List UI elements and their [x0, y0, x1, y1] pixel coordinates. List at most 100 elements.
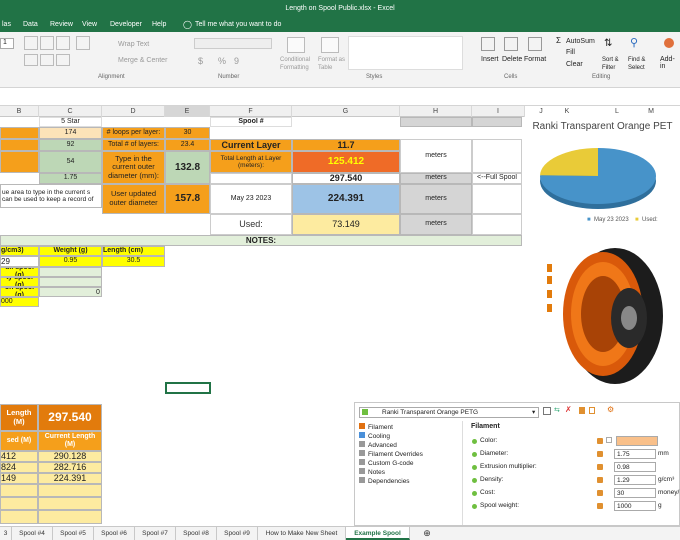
cell-styles-gallery[interactable]	[348, 36, 463, 70]
cell-spool-hash[interactable]: Spool #	[210, 117, 292, 127]
col-j[interactable]: J	[528, 106, 554, 117]
pie-chart[interactable]: Ranki Transparent Orange PET ■ May 23 20…	[525, 117, 680, 233]
cost-input[interactable]: 30	[614, 488, 656, 498]
cell-total-length-label[interactable]: Total Length at Layer (meters):	[210, 151, 292, 173]
summary-used-hdr[interactable]: sed (M)	[0, 431, 38, 451]
fill-button[interactable]: Fill	[566, 49, 575, 56]
extrusion-multiplier-input[interactable]: 0.98	[614, 462, 656, 472]
currency-button[interactable]: $	[198, 56, 203, 66]
summary-row1-b[interactable]: 290.128	[38, 451, 102, 462]
reset-icon[interactable]	[606, 437, 612, 443]
cell-c175[interactable]: 1.75	[39, 173, 102, 184]
align-bottom-icon[interactable]	[56, 36, 70, 50]
cell-c-fullspool[interactable]	[39, 267, 102, 277]
color-swatch[interactable]	[616, 436, 658, 446]
col-m[interactable]: M	[638, 106, 664, 117]
menu-view[interactable]: View	[82, 21, 97, 28]
wrap-text-button[interactable]: Wrap Text	[118, 41, 149, 48]
active-cell-selection[interactable]	[165, 382, 211, 394]
tab-example-spool[interactable]: Example Spool	[346, 527, 410, 540]
cell-notes[interactable]: NOTES:	[0, 235, 522, 246]
cell-date[interactable]: May 23 2023	[210, 184, 292, 214]
summary-row5-b[interactable]	[38, 497, 102, 510]
summary-row4-a[interactable]	[0, 484, 38, 497]
cell-g297[interactable]: 297.540	[292, 173, 400, 184]
tell-me-box[interactable]: Tell me what you want to do	[195, 21, 281, 28]
cell-used-label[interactable]: Used:	[210, 214, 292, 235]
format-table-icon[interactable]	[321, 37, 339, 53]
category-cooling[interactable]: Cooling	[359, 432, 390, 441]
delete-button[interactable]: Delete	[502, 56, 522, 63]
tab-spool-5[interactable]: Spool #5	[53, 527, 94, 540]
cell-c-5star[interactable]: 5 Star	[39, 117, 102, 127]
summary-row6-a[interactable]	[0, 510, 38, 524]
category-filament-overrides[interactable]: Filament Overrides	[359, 450, 423, 459]
cell-b000[interactable]: 000	[0, 297, 39, 307]
col-l[interactable]: L	[604, 106, 630, 117]
menu-data[interactable]: Data	[23, 21, 38, 28]
profile-dropdown[interactable]: Ranki Transparent Orange PETG ▾	[359, 407, 539, 418]
align-top-icon[interactable]	[24, 36, 38, 50]
cell-current-layer-value[interactable]: 11.7	[292, 139, 400, 151]
tab-spool-6[interactable]: Spool #6	[94, 527, 135, 540]
menu-formulas[interactable]: las	[2, 21, 11, 28]
align-center-icon[interactable]	[40, 54, 54, 66]
category-filament[interactable]: Filament	[359, 423, 393, 432]
cell-meters3[interactable]: meters	[400, 184, 472, 214]
col-d[interactable]: D	[102, 106, 165, 117]
col-i[interactable]: I	[472, 106, 525, 117]
cell-i-row7[interactable]	[472, 214, 522, 235]
cell-d305[interactable]: 30.5	[102, 256, 165, 267]
autosum-button[interactable]: AutoSum	[566, 38, 595, 45]
conditional-formatting-icon[interactable]	[287, 37, 305, 53]
col-f[interactable]: F	[210, 106, 292, 117]
cell-f-row5[interactable]	[210, 173, 292, 184]
cell-type-outer-diameter[interactable]: Type in the current outer diameter (mm):	[102, 151, 165, 184]
menu-review[interactable]: Review	[50, 21, 73, 28]
align-left-icon[interactable]	[24, 54, 38, 66]
summary-row3-a[interactable]: 149	[0, 473, 38, 484]
tab-spool-4[interactable]: Spool #4	[12, 527, 53, 540]
addins-button[interactable]: Add-in	[660, 56, 680, 70]
tab-spool-8[interactable]: Spool #8	[176, 527, 217, 540]
tab-3[interactable]: 3	[0, 527, 12, 540]
cell-d0[interactable]: 0	[96, 289, 100, 296]
delete-preset-icon[interactable]: ✗	[565, 405, 572, 414]
save-preset-icon[interactable]	[543, 407, 551, 415]
cell-g73[interactable]: 73.149	[292, 214, 400, 235]
cell-length-hdr[interactable]: Length (cm)	[102, 246, 165, 256]
format-cells-icon[interactable]	[528, 37, 542, 51]
cell-i-top[interactable]	[472, 117, 522, 127]
cell-b-row3[interactable]	[0, 139, 39, 151]
category-advanced[interactable]: Advanced	[359, 441, 397, 450]
delete-cells-icon[interactable]	[504, 37, 518, 51]
summary-current-hdr[interactable]: Current Length (M)	[38, 431, 102, 451]
cell-meters2[interactable]: meters	[400, 173, 472, 184]
summary-row4-b[interactable]	[38, 484, 102, 497]
cell-left-note[interactable]: ue area to type in the current s can be …	[0, 184, 102, 208]
density-input[interactable]: 1.29	[614, 475, 656, 485]
cell-e132[interactable]: 132.8	[165, 151, 210, 184]
summary-length-hdr[interactable]: Length (M)	[0, 404, 38, 431]
conditional-formatting-button[interactable]: Conditional Formatting	[280, 56, 314, 72]
cell-g224[interactable]: 224.391	[292, 184, 400, 214]
cell-user-updated[interactable]: User updated outer diameter	[102, 184, 165, 214]
cell-density-hdr[interactable]: g/cm3)	[0, 246, 39, 256]
col-b[interactable]: B	[0, 106, 39, 117]
pie-slice-used[interactable]	[540, 148, 598, 176]
summary-row1-a[interactable]: 412	[0, 451, 38, 462]
cell-on-spool-g[interactable]: on spool (g)	[0, 287, 39, 297]
number-format-dropdown[interactable]	[194, 38, 272, 49]
tab-spool-7[interactable]: Spool #7	[135, 527, 176, 540]
comma-button[interactable]: 9	[234, 56, 239, 66]
category-custom-gcode[interactable]: Custom G-code	[359, 459, 414, 468]
category-dependencies[interactable]: Dependencies	[359, 477, 410, 486]
percent-button[interactable]: %	[218, 56, 226, 66]
cell-full-spool[interactable]: <--Full Spool	[472, 173, 522, 184]
cell-loops-label[interactable]: # loops per layer:	[102, 127, 165, 139]
formula-bar[interactable]	[0, 88, 680, 106]
col-c[interactable]: C	[39, 106, 102, 117]
summary-row2-a[interactable]: 824	[0, 462, 38, 473]
menu-developer[interactable]: Developer	[110, 21, 142, 28]
cell-i-row6[interactable]	[472, 184, 522, 214]
